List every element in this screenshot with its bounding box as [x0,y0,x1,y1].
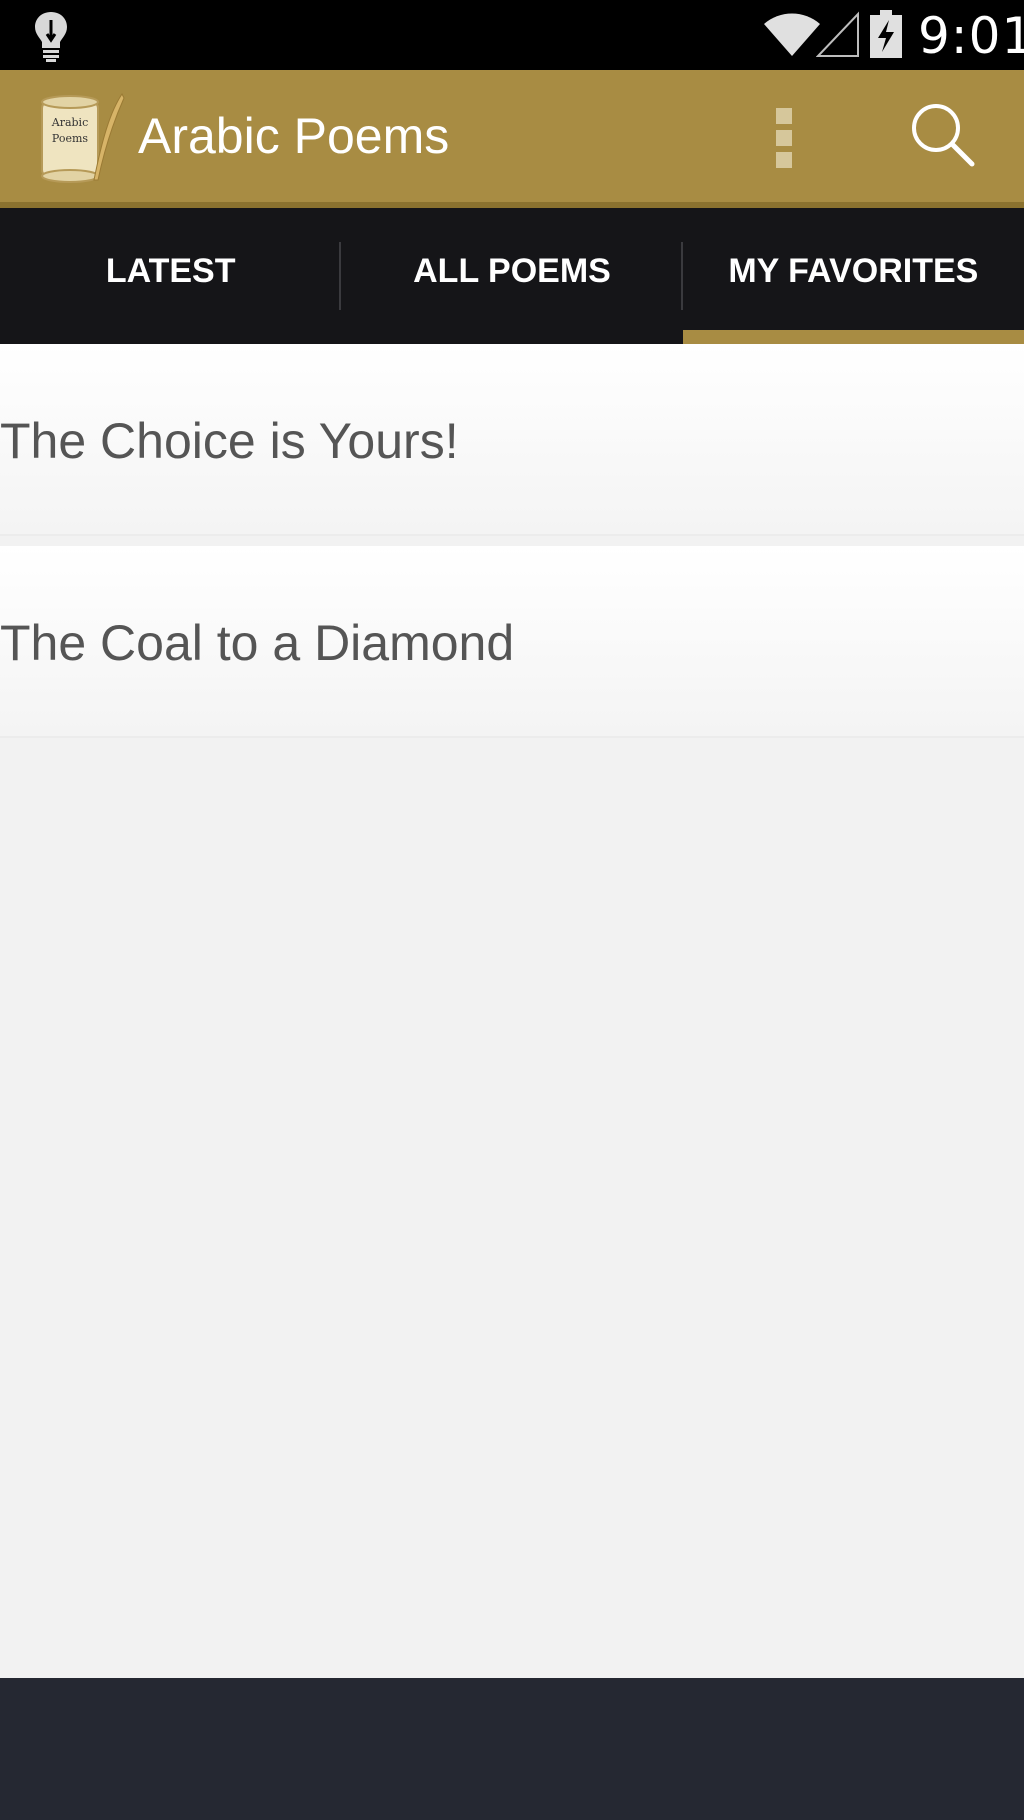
tab-bar: LATEST ALL POEMS MY FAVORITES [0,208,1024,344]
wifi-icon [764,13,820,56]
svg-text:Arabic: Arabic [51,116,88,129]
search-icon[interactable] [908,100,976,168]
lightbulb-icon [35,12,67,62]
status-bar: 9:01 [0,0,1024,70]
app-logo-scroll-icon[interactable]: Arabic Poems [34,92,128,186]
tab-latest[interactable]: LATEST [0,208,342,344]
battery-charging-icon [870,10,902,58]
overflow-menu-icon[interactable] [770,106,800,172]
status-time: 9:01 [918,7,1024,65]
action-bar: Arabic Poems Arabic Poems [0,70,1024,208]
list-item[interactable]: The Choice is Yours! [0,344,1024,536]
app-title: Arabic Poems [138,108,450,164]
list-item[interactable]: The Coal to a Diamond [0,546,1024,738]
tab-label: ALL POEMS [413,251,611,290]
bottom-navigation-area [0,1678,1024,1820]
tab-label: LATEST [105,251,236,290]
svg-text:Poems: Poems [52,132,89,145]
tab-all-poems[interactable]: ALL POEMS [341,208,683,344]
poem-title: The Coal to a Diamond [0,615,515,671]
poem-title: The Choice is Yours! [0,413,459,469]
active-tab-indicator [682,330,1024,344]
favorites-list: The Choice is Yours! The Coal to a Diamo… [0,344,1024,748]
tab-my-favorites[interactable]: MY FAVORITES [682,208,1024,344]
signal-icon [816,11,859,57]
tab-label: MY FAVORITES [728,251,979,290]
